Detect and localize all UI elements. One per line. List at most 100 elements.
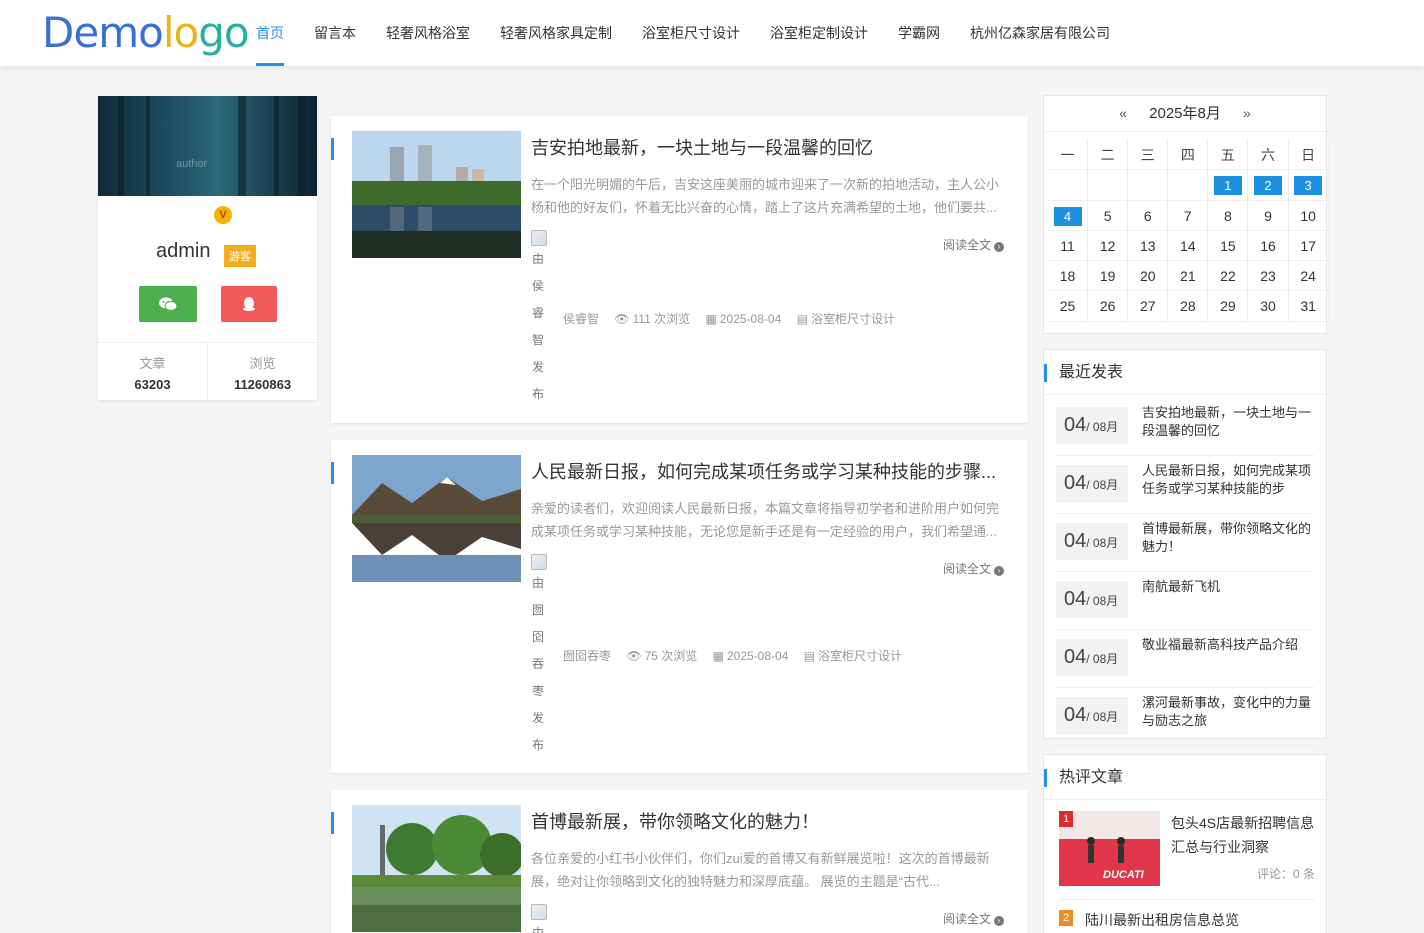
avatar-alt-char: 吞 xyxy=(531,657,544,671)
calendar-day-highlight: 2 xyxy=(1254,176,1283,196)
calendar-day[interactable]: 28 xyxy=(1168,291,1209,322)
banner-text: author xyxy=(176,158,208,170)
hot-post-title[interactable]: 包头4S店最新招聘信息汇总与行业洞察 xyxy=(1171,811,1315,859)
recent-post-title[interactable]: 敬业福最新高科技产品介绍 xyxy=(1142,636,1314,676)
post-category[interactable]: ▤ 浴室柜尺寸设计 xyxy=(804,649,902,663)
eye-icon: 👁 xyxy=(614,312,630,326)
post-accent-bar xyxy=(331,812,334,834)
calendar-day[interactable]: 12 xyxy=(1088,230,1129,262)
calendar-prev-button[interactable]: « xyxy=(1119,105,1127,121)
hot-post-thumbnail[interactable]: DUCATI xyxy=(1059,811,1160,886)
calendar-day[interactable]: 9 xyxy=(1248,200,1289,231)
avatar-alt-char: 由 xyxy=(531,252,544,266)
calendar-day[interactable]: 13 xyxy=(1128,230,1169,262)
qq-button[interactable] xyxy=(221,286,277,322)
post-thumbnail[interactable] xyxy=(352,455,521,582)
recent-post-item[interactable]: 04/ 08月 南航最新飞机 xyxy=(1056,572,1314,630)
calendar-day[interactable]: 11 xyxy=(1048,230,1089,262)
nav-item[interactable]: 浴室柜定制设计 xyxy=(770,0,868,66)
profile-stats: 文章 63203 浏览 11260863 xyxy=(98,342,317,400)
calendar-day[interactable]: 17 xyxy=(1288,230,1329,262)
calendar-day[interactable]: 3 xyxy=(1288,170,1329,201)
post-author[interactable]: 侯睿智 xyxy=(563,312,599,326)
recent-post-date: 04/ 08月 xyxy=(1056,639,1128,676)
recent-post-title[interactable]: 吉安拍地最新，一块土地与一段温馨的回忆 xyxy=(1142,404,1314,444)
logo-letter: o xyxy=(173,8,199,57)
post-title[interactable]: 人民最新日报，如何完成某项任务或学习某种技能的步骤... xyxy=(531,458,1001,484)
arrow-right-icon: › xyxy=(994,566,1004,576)
calendar-day[interactable]: 26 xyxy=(1088,291,1129,322)
calendar-day[interactable]: 24 xyxy=(1288,261,1329,292)
recent-post-date: 04/ 08月 xyxy=(1056,581,1128,618)
calendar-day[interactable]: 27 xyxy=(1128,291,1169,322)
calendar-next-button[interactable]: » xyxy=(1243,105,1251,121)
recent-post-item[interactable]: 04/ 08月 首博最新展，带你领略文化的魅力！ xyxy=(1056,514,1314,572)
calendar-day[interactable]: 22 xyxy=(1208,261,1249,292)
calendar-day[interactable]: 18 xyxy=(1048,261,1089,292)
calendar-day-highlight: 4 xyxy=(1053,206,1082,226)
read-more-link[interactable]: 阅读全文 › xyxy=(943,560,1004,577)
calendar-icon: ▦ xyxy=(712,649,724,663)
calendar-day[interactable]: 6 xyxy=(1128,200,1169,231)
wechat-icon xyxy=(159,297,178,311)
calendar-day[interactable]: 15 xyxy=(1208,230,1249,262)
avatar-alt-char: 枣 xyxy=(531,684,544,698)
recent-post-title[interactable]: 南航最新飞机 xyxy=(1142,578,1314,618)
calendar-day[interactable]: 4 xyxy=(1048,200,1089,231)
nav-item[interactable]: 轻奢风格浴室 xyxy=(386,0,470,66)
post-title[interactable]: 吉安拍地最新，一块土地与一段温馨的回忆 xyxy=(531,134,1001,160)
post-thumbnail[interactable] xyxy=(352,805,521,932)
recent-post-title[interactable]: 人民最新日报，如何完成某项任务或学习某种技能的步 xyxy=(1142,462,1314,502)
recent-post-item[interactable]: 04/ 08月 吉安拍地最新，一块土地与一段温馨的回忆 xyxy=(1056,398,1314,456)
hot-post-item[interactable]: 2 陆川最新出租房信息总览 xyxy=(1059,899,1315,929)
recent-post-title[interactable]: 首博最新展，带你领略文化的魅力！ xyxy=(1142,520,1314,560)
calendar-day[interactable]: 20 xyxy=(1128,261,1169,292)
avatar-alt-char: 发 xyxy=(531,711,544,725)
nav-item[interactable]: 浴室柜尺寸设计 xyxy=(642,0,740,66)
post-views: 👁 111 次浏览 xyxy=(614,312,690,326)
site-logo[interactable]: Demologo xyxy=(42,8,250,58)
calendar-day[interactable]: 31 xyxy=(1288,291,1329,322)
calendar-day[interactable]: 10 xyxy=(1288,200,1329,231)
calendar-day[interactable]: 2 xyxy=(1248,170,1289,201)
post-excerpt-text: 各位亲爱的小红书小伙伴们，你们zui爱的首博又有新鲜展览啦！这次的首博最新展，绝… xyxy=(531,851,990,889)
post-author[interactable]: 囫囵吞枣 xyxy=(563,649,611,663)
calendar-weekday: 五 xyxy=(1208,140,1249,171)
wechat-button[interactable] xyxy=(139,286,197,322)
avatar-alt-text: 由囫囵吞枣发布 xyxy=(531,570,549,759)
calendar-day[interactable]: 21 xyxy=(1168,261,1209,292)
nav-item[interactable]: 轻奢风格家具定制 xyxy=(500,0,612,66)
hot-post-title[interactable]: 陆川最新出租房信息总览 xyxy=(1085,910,1239,930)
nav-item[interactable]: 学霸网 xyxy=(898,0,940,66)
arrow-right-icon: › xyxy=(994,916,1004,926)
recent-post-item[interactable]: 04/ 08月 漯河最新事故，变化中的力量与励志之旅 xyxy=(1056,688,1314,746)
widget-title: 最近发表 xyxy=(1044,350,1326,395)
read-more-link[interactable]: 阅读全文 › xyxy=(943,236,1004,253)
nav-item[interactable]: 首页 xyxy=(256,0,284,66)
calendar-day[interactable]: 5 xyxy=(1088,200,1129,231)
calendar-day[interactable]: 29 xyxy=(1208,291,1249,322)
calendar-day[interactable]: 1 xyxy=(1208,170,1249,201)
calendar-day[interactable]: 25 xyxy=(1048,291,1089,322)
profile-username: admin xyxy=(156,240,211,262)
recent-post-title[interactable]: 漯河最新事故，变化中的力量与励志之旅 xyxy=(1142,694,1314,734)
post-category[interactable]: ▤ 浴室柜尺寸设计 xyxy=(797,312,895,326)
recent-post-item[interactable]: 04/ 08月 人民最新日报，如何完成某项任务或学习某种技能的步 xyxy=(1056,456,1314,514)
calendar-day[interactable]: 30 xyxy=(1248,291,1289,322)
author-avatar-broken: 由侯睿智发布 xyxy=(531,230,549,408)
calendar-day[interactable]: 8 xyxy=(1208,200,1249,231)
calendar-day[interactable]: 19 xyxy=(1088,261,1129,292)
post-title[interactable]: 首博最新展，带你领略文化的魅力！ xyxy=(531,808,1001,834)
nav-item[interactable]: 杭州亿森家居有限公司 xyxy=(970,0,1110,66)
hot-post-item[interactable]: DUCATI 1 包头4S店最新招聘信息汇总与行业洞察 评论：0 条 xyxy=(1059,811,1315,889)
recent-post-item[interactable]: 04/ 08月 敬业福最新高科技产品介绍 xyxy=(1056,630,1314,688)
post-thumbnail[interactable] xyxy=(352,131,521,258)
nav-item[interactable]: 留言本 xyxy=(314,0,356,66)
calendar-day[interactable]: 23 xyxy=(1248,261,1289,292)
calendar-day[interactable]: 14 xyxy=(1168,230,1209,262)
read-more-link[interactable]: 阅读全文 › xyxy=(943,910,1004,927)
calendar-day[interactable]: 7 xyxy=(1168,200,1209,231)
calendar-day[interactable]: 16 xyxy=(1248,230,1289,262)
hot-rank-badge: 2 xyxy=(1059,910,1073,926)
calendar-day-highlight: 3 xyxy=(1294,176,1323,196)
